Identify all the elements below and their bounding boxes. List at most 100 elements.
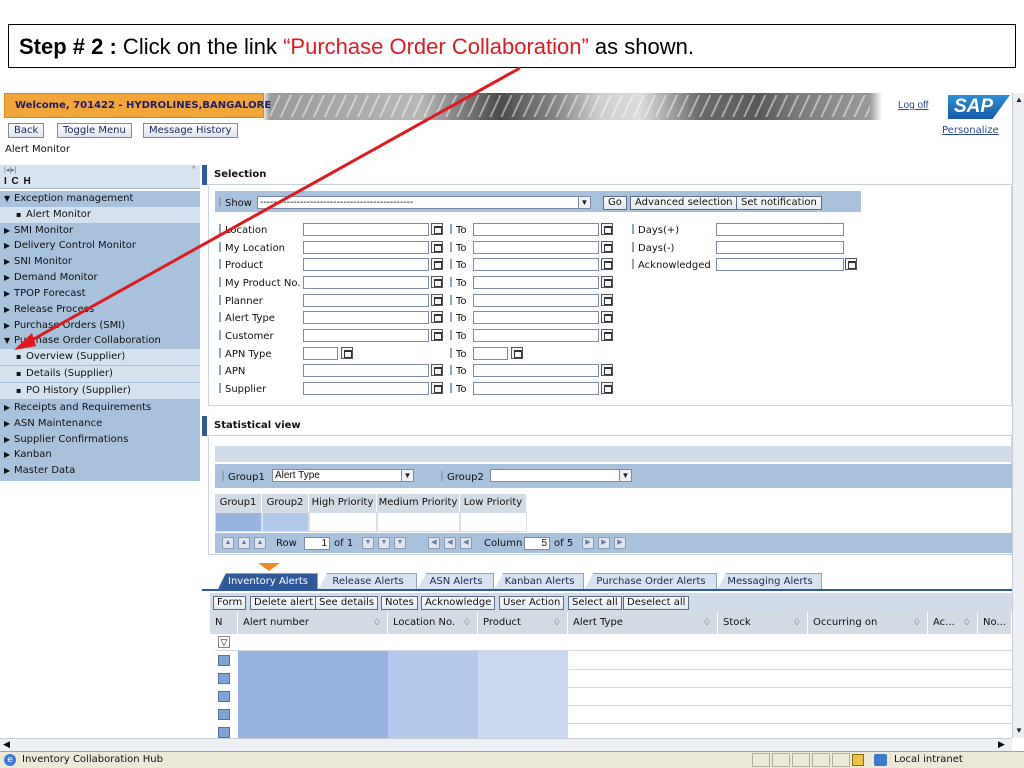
stat-column-header[interactable]: Group2 xyxy=(262,494,309,512)
sidebar-item-smi-monitor[interactable]: ▶ SMI Monitor xyxy=(0,223,200,239)
row-selector[interactable] xyxy=(218,709,230,720)
chevron-down-icon[interactable]: ▼ xyxy=(578,196,591,209)
column-right-icon[interactable]: ▶ xyxy=(582,537,594,549)
page-down-icon[interactable]: ▼ xyxy=(378,537,390,549)
stat-column-header[interactable]: Medium Priority xyxy=(377,494,460,512)
row-selector[interactable] xyxy=(218,673,230,684)
advanced-selection-button[interactable]: Advanced selection xyxy=(630,196,738,210)
sidebar-item-supplier-confirmations[interactable]: ▶ Supplier Confirmations xyxy=(0,432,200,448)
stat-column-header[interactable]: Group1 xyxy=(215,494,262,512)
value-help-icon[interactable] xyxy=(601,329,613,341)
column-left-icon[interactable]: ◀ xyxy=(460,537,472,549)
group1-select[interactable]: Alert Type xyxy=(272,469,402,482)
sidebar-item-po-history-supplier[interactable]: ▪ PO History (Supplier) xyxy=(0,383,200,399)
stat-column-header[interactable]: Low Priority xyxy=(460,494,527,512)
filter-icon[interactable]: ▽ xyxy=(218,636,230,648)
sidebar-item-delivery-control-monitor[interactable]: ▶ Delivery Control Monitor xyxy=(0,238,200,254)
value-help-icon[interactable] xyxy=(431,364,443,376)
sidebar-item-overview-supplier[interactable]: ▪ Overview (Supplier) xyxy=(0,349,200,365)
sidebar-item-tpop-forecast[interactable]: ▶ TPOP Forecast xyxy=(0,286,200,302)
sidebar-item-exception-management[interactable]: ▼ Exception management xyxy=(0,191,200,207)
field-from-input[interactable] xyxy=(303,329,429,342)
personalize-link[interactable]: Personalize xyxy=(942,125,999,136)
column-header[interactable]: Occurring on ♢ xyxy=(808,612,928,634)
field-to-input[interactable] xyxy=(473,329,599,342)
logoff-link[interactable]: Log off xyxy=(898,100,928,111)
sidebar-item-kanban[interactable]: ▶ Kanban xyxy=(0,447,200,463)
value-help-icon[interactable] xyxy=(431,241,443,253)
grid-button-see-details[interactable]: See details xyxy=(315,596,379,610)
value-help-icon[interactable] xyxy=(601,223,613,235)
sort-icon[interactable]: ♢ xyxy=(463,612,471,634)
value-help-icon[interactable] xyxy=(845,258,857,270)
field-from-input[interactable] xyxy=(303,311,429,324)
field-from-input[interactable] xyxy=(303,382,429,395)
field-from-input[interactable] xyxy=(303,241,429,254)
row-down-icon[interactable]: ▼ xyxy=(362,537,374,549)
group2-select[interactable] xyxy=(490,469,620,482)
column-header[interactable]: Ac... ♢ xyxy=(928,612,978,634)
grid-button-user-action[interactable]: User Action xyxy=(499,596,565,610)
value-help-icon[interactable] xyxy=(601,276,613,288)
horizontal-scrollbar[interactable]: ◀ ▶ xyxy=(0,738,1012,751)
group1-chevron-down-icon[interactable]: ▼ xyxy=(401,469,414,482)
column-header[interactable]: Alert number ♢ xyxy=(238,612,388,634)
sort-icon[interactable]: ♢ xyxy=(373,612,381,634)
scroll-left-icon[interactable]: ◀ xyxy=(3,739,10,750)
field-to-input[interactable] xyxy=(473,241,599,254)
page-left-icon[interactable]: ◀ xyxy=(444,537,456,549)
sort-icon[interactable]: ♢ xyxy=(913,612,921,634)
sidebar-item-release-process[interactable]: ▶ Release Process xyxy=(0,302,200,318)
row-up-icon[interactable]: ▲ xyxy=(254,537,266,549)
field-from-input[interactable] xyxy=(303,258,429,271)
grid-button-form[interactable]: Form xyxy=(213,596,247,610)
sidebar-item-asn-maintenance[interactable]: ▶ ASN Maintenance xyxy=(0,416,200,432)
column-header[interactable]: No... xyxy=(978,612,1012,634)
field-to-input[interactable] xyxy=(473,258,599,271)
sidebar-corner-icon[interactable]: ^ xyxy=(192,166,195,173)
grid-button-select-all[interactable]: Select all xyxy=(568,596,622,610)
value-help-icon[interactable] xyxy=(431,223,443,235)
stat-column-header[interactable]: High Priority xyxy=(309,494,377,512)
sort-icon[interactable]: ♢ xyxy=(703,612,711,634)
field-from-input[interactable] xyxy=(303,276,429,289)
field-to-input[interactable] xyxy=(473,382,599,395)
tab-kanban-alerts[interactable]: Kanban Alerts xyxy=(495,573,584,589)
row-selector[interactable] xyxy=(218,655,230,666)
grid-button-acknowledge[interactable]: Acknowledge xyxy=(421,596,496,610)
grid-button-delete-alert[interactable]: Delete alert xyxy=(250,596,318,610)
column-header[interactable]: N xyxy=(210,612,238,634)
column-header[interactable]: Alert Type ♢ xyxy=(568,612,718,634)
column-header[interactable]: Location No. ♢ xyxy=(388,612,478,634)
field-to-input[interactable] xyxy=(473,364,599,377)
sort-icon[interactable]: ♢ xyxy=(963,612,971,634)
column-input[interactable]: 5 xyxy=(524,537,550,550)
back-button[interactable]: Back xyxy=(8,123,45,138)
sidebar-item-receipts-and-requirements[interactable]: ▶ Receipts and Requirements xyxy=(0,400,200,416)
row-selector[interactable] xyxy=(218,727,230,738)
first-column-icon[interactable]: ◀ xyxy=(428,537,440,549)
value-help-icon[interactable] xyxy=(431,382,443,394)
sidebar-collapse-controls[interactable]: |◂|▸| xyxy=(4,166,16,174)
sidebar-item-alert-monitor[interactable]: ▪ Alert Monitor xyxy=(0,207,200,223)
value-help-icon[interactable] xyxy=(341,347,353,359)
page-up-icon[interactable]: ▲ xyxy=(238,537,250,549)
vertical-scrollbar[interactable]: ▲ ▼ xyxy=(1012,93,1024,738)
field-to-input[interactable] xyxy=(473,347,508,360)
field-from-input[interactable] xyxy=(303,347,338,360)
sidebar-item-demand-monitor[interactable]: ▶ Demand Monitor xyxy=(0,270,200,286)
tab-asn-alerts[interactable]: ASN Alerts xyxy=(418,573,494,589)
sidebar-item-details-supplier[interactable]: ▪ Details (Supplier) xyxy=(0,366,200,382)
tab-release-alerts[interactable]: Release Alerts xyxy=(319,573,417,589)
sort-icon[interactable]: ♢ xyxy=(793,612,801,634)
value-help-icon[interactable] xyxy=(601,382,613,394)
right-field-input[interactable] xyxy=(716,223,844,236)
column-header[interactable]: Product ♢ xyxy=(478,612,568,634)
value-help-icon[interactable] xyxy=(601,311,613,323)
grid-button-deselect-all[interactable]: Deselect all xyxy=(623,596,690,610)
tab-inventory-alerts[interactable]: Inventory Alerts xyxy=(218,573,318,589)
row-selector[interactable] xyxy=(218,691,230,702)
field-to-input[interactable] xyxy=(473,276,599,289)
page-right-icon[interactable]: ▶ xyxy=(598,537,610,549)
value-help-icon[interactable] xyxy=(601,241,613,253)
